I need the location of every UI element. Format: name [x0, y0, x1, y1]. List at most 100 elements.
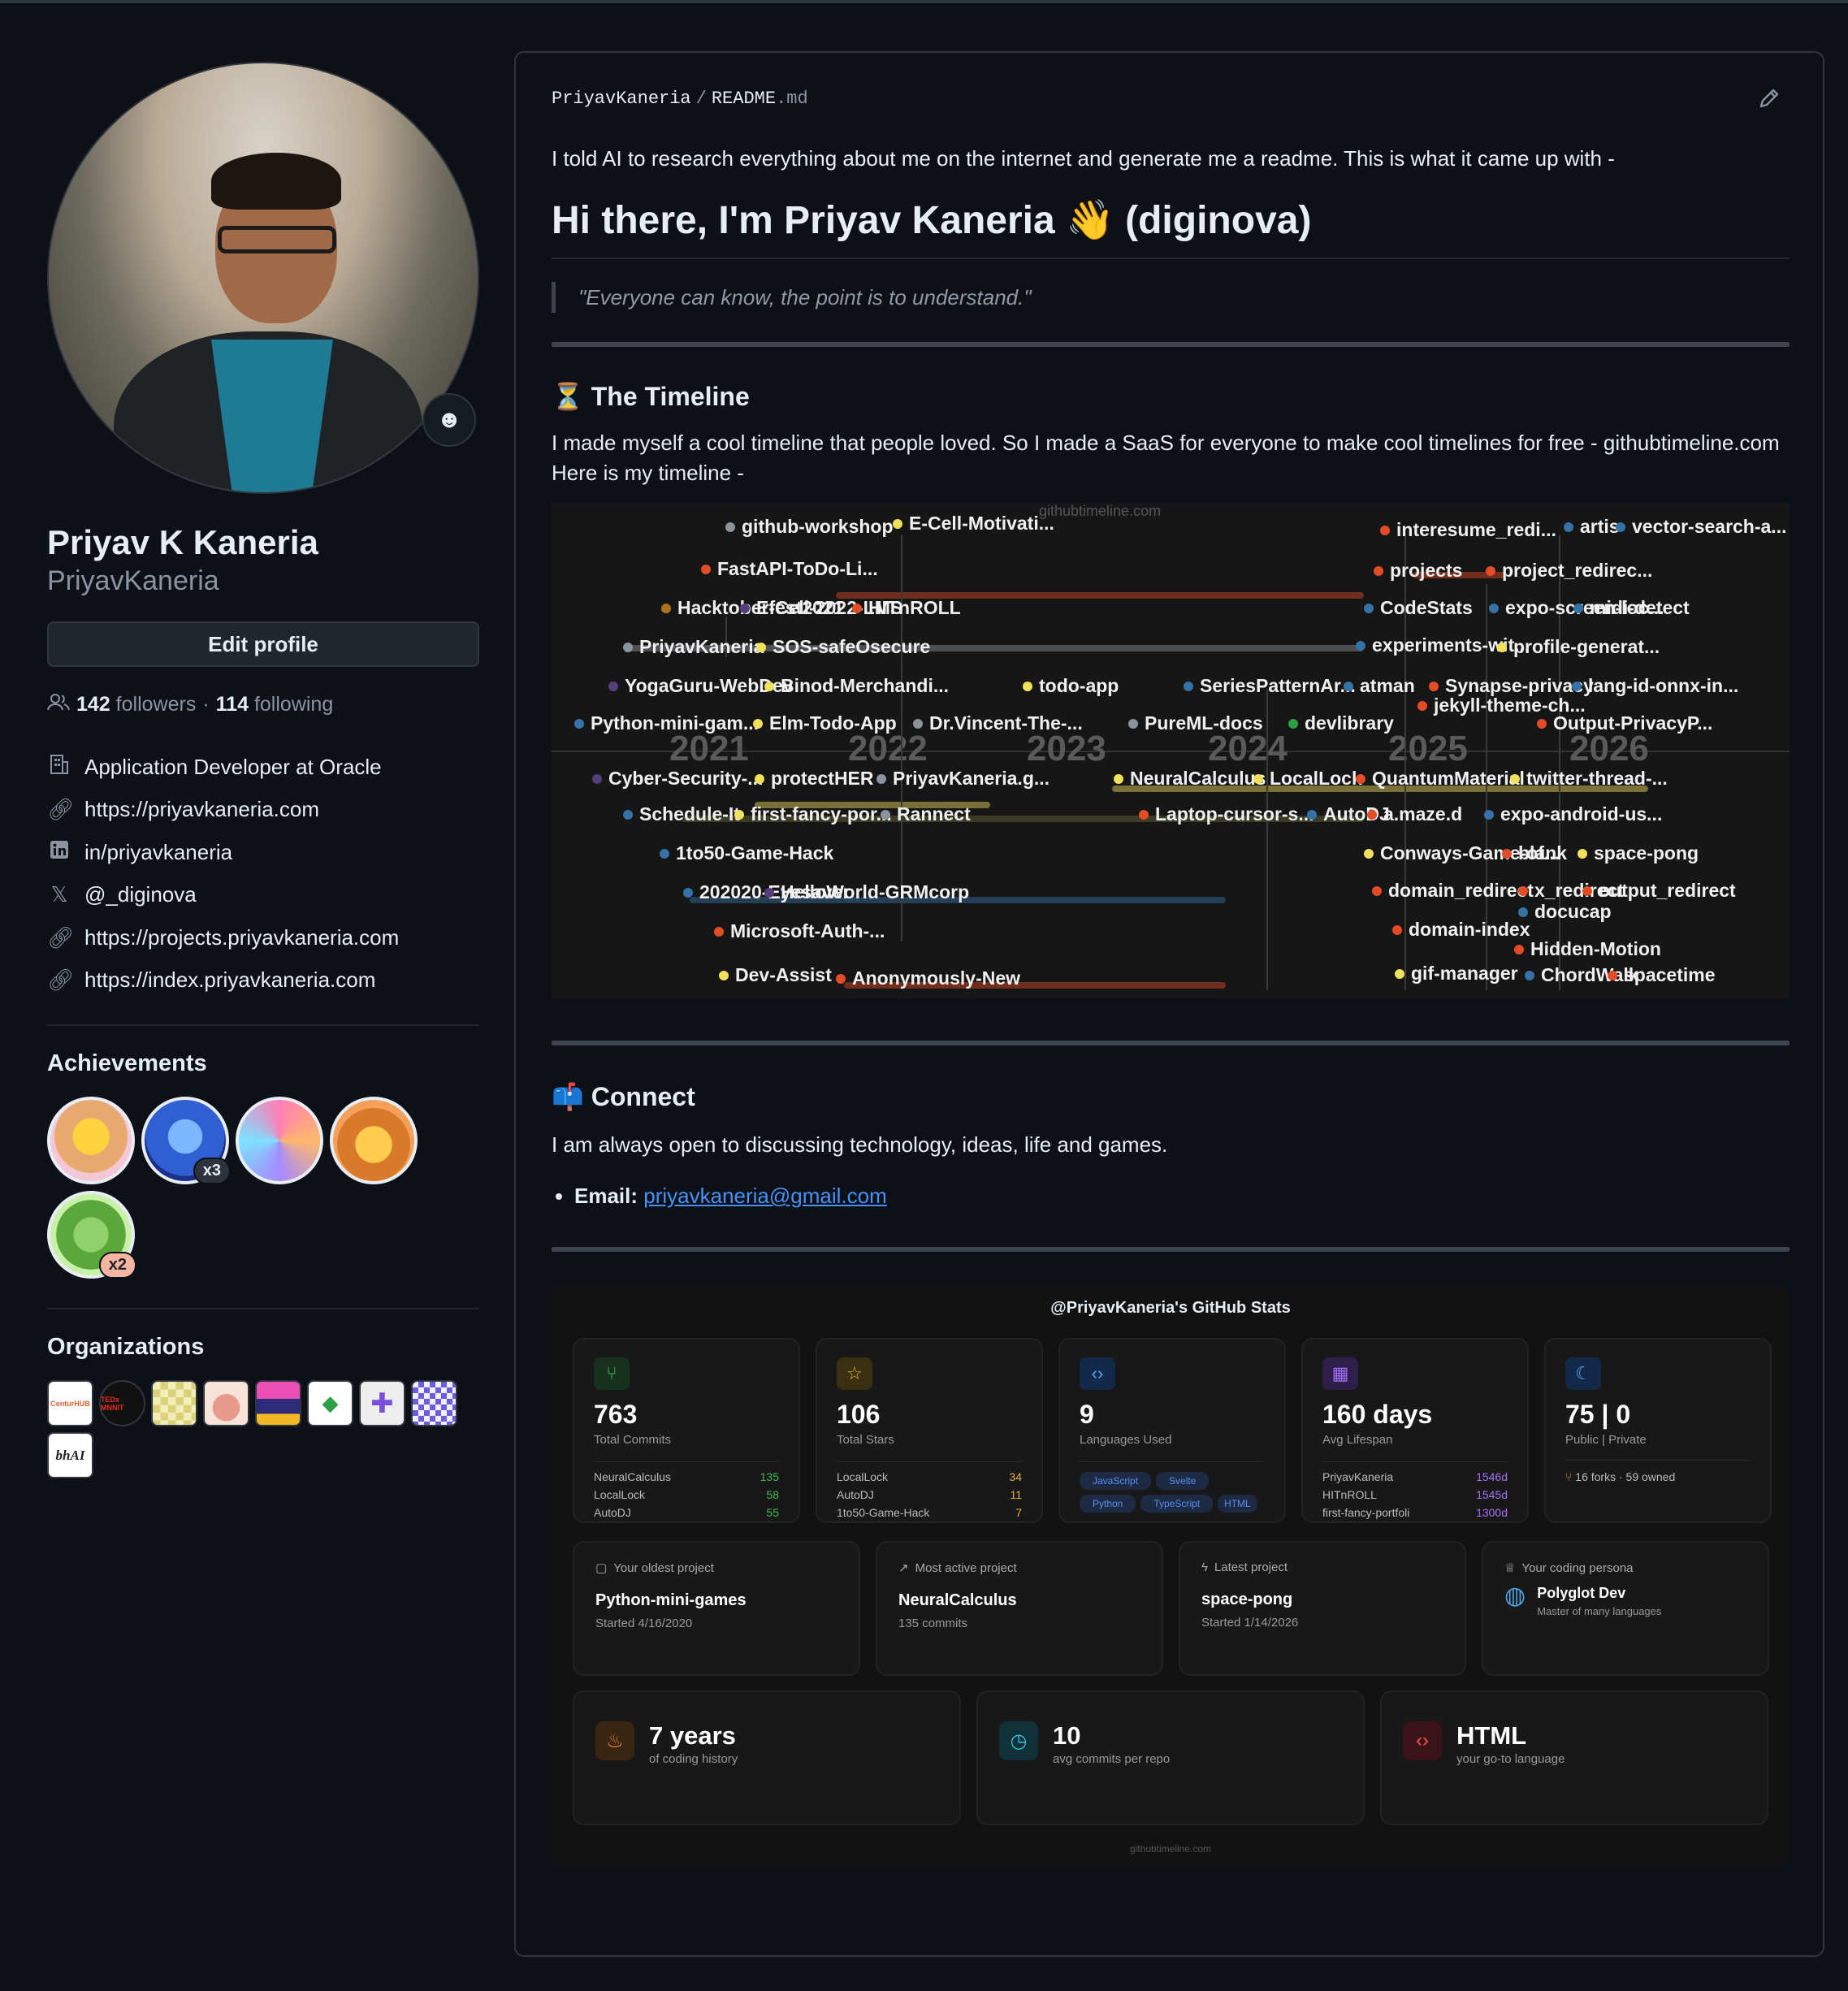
org-avatar[interactable]: [151, 1380, 197, 1426]
profile-sidebar: ☻ Priyav K Kaneria PriyavKaneria Edit pr…: [47, 62, 479, 1478]
stat-row-name: LocalLock: [594, 1488, 646, 1501]
avatar-container: ☻: [47, 62, 479, 494]
timeline-project-name: expo-android-us...: [1500, 803, 1663, 825]
following-label: following: [253, 693, 334, 716]
timeline-project: domain_redirect: [1372, 880, 1534, 902]
horizontal-rule: [552, 1041, 1790, 1045]
detail-link[interactable]: https://projects.priyavkaneria.com: [84, 925, 399, 950]
repo-owner-link[interactable]: PriyavKaneria: [552, 89, 691, 109]
stat-row-name: 1to50-Game-Hack: [837, 1506, 930, 1519]
avatar-shirt: [211, 340, 333, 492]
starstruck-badge[interactable]: [47, 1097, 135, 1184]
detail-projects-site[interactable]: 🔗︎ https://projects.priyavkaneria.com: [47, 916, 479, 959]
quickdraw-badge[interactable]: [330, 1097, 418, 1184]
detail-x[interactable]: 𝕏 @_diginova: [47, 874, 479, 917]
card-sub: Started 1/14/2026: [1201, 1616, 1299, 1630]
most-active-project-card: ↗ Most active project NeuralCalculus 135 …: [876, 1541, 1163, 1676]
edit-profile-button[interactable]: Edit profile: [47, 621, 479, 667]
connect-text: I am always open to discussing technolog…: [552, 1132, 1168, 1157]
org-avatar[interactable]: [411, 1380, 457, 1426]
github-timeline-image[interactable]: githubtimeline.com 2021 2022 2023 2024 2025 2…: [552, 503, 1790, 998]
timeline-project: todo-app: [1023, 675, 1119, 697]
yolo-badge[interactable]: [236, 1097, 323, 1184]
timeline-dot: [592, 773, 602, 784]
stat-card-stars: ☆ 106 Total Stars LocalLock 34 AutoDJ 11 1…: [816, 1338, 1043, 1523]
timeline-project-name: twitter-thread-...: [1526, 768, 1668, 789]
detail-linkedin[interactable]: in/priyavkaneria: [47, 831, 479, 874]
timeline-dot: [574, 718, 584, 729]
timeline-dot: [1486, 565, 1495, 576]
timeline-project: github-workshop: [725, 516, 894, 538]
org-avatar[interactable]: ✚: [359, 1380, 405, 1426]
achievements-list: x3 x2: [47, 1097, 453, 1279]
timeline-dot: [608, 681, 618, 691]
pair-extraordinaire-badge[interactable]: x2: [47, 1191, 136, 1279]
stat-row-value: 11: [1010, 1488, 1022, 1501]
github-stats-card[interactable]: @PriyavKaneria's GitHub Stats ⑂ 763 Tota…: [552, 1286, 1790, 1864]
stat-row: HITnROLL 1545d: [1322, 1488, 1508, 1501]
detail-link[interactable]: https://index.priyavkaneria.com: [84, 967, 375, 993]
zap-icon: ϟ: [1201, 1560, 1208, 1574]
timeline-project: space-pong: [1578, 842, 1699, 864]
timeline-project-name: interesume_redi...: [1396, 519, 1556, 540]
readme-quote: "Everyone can know, the point is to unde…: [552, 282, 1790, 313]
org-avatar[interactable]: [255, 1380, 301, 1426]
org-avatar[interactable]: bhAI: [47, 1432, 93, 1478]
detail-link[interactable]: in/priyavkaneria: [84, 840, 232, 865]
org-avatar[interactable]: ◆: [307, 1380, 353, 1426]
pull-shark-badge[interactable]: x3: [141, 1097, 231, 1184]
timeline-project-name: midi-detect: [1590, 597, 1690, 618]
linkedin-icon: [47, 840, 71, 865]
detail-website[interactable]: 🔗︎ https://priyavkaneria.com: [47, 789, 479, 832]
email-link[interactable]: priyavkaneria@gmail.com: [643, 1184, 887, 1208]
language-chip: TypeScript: [1140, 1495, 1214, 1513]
timeline-project: domain-index: [1392, 919, 1530, 941]
timeline-dot: [1380, 525, 1390, 535]
card-text: 10 avg commits per repo: [1053, 1721, 1170, 1766]
timeline-dot: [764, 681, 774, 691]
timeline-project: Dev-Assist: [719, 964, 832, 986]
timeline-dot: [1525, 970, 1534, 980]
status-emoji-button[interactable]: ☻: [422, 393, 476, 447]
stat-label: Public | Private: [1565, 1433, 1647, 1447]
timeline-dot: [1356, 640, 1365, 651]
card-sub: your go-to language: [1456, 1752, 1565, 1766]
org-avatar[interactable]: CenturHUB: [47, 1380, 93, 1426]
horizontal-rule: [552, 1247, 1790, 1252]
achievements-title[interactable]: Achievements: [47, 1050, 479, 1077]
timeline-project: atman: [1344, 675, 1415, 697]
profile-details: Application Developer at Oracle 🔗︎ https…: [47, 746, 479, 1002]
stat-label: Avg Lifespan: [1322, 1433, 1393, 1447]
detail-link[interactable]: @_diginova: [84, 882, 197, 907]
following-link[interactable]: 114 following: [216, 693, 334, 716]
edit-readme-pencil-icon[interactable]: [1758, 87, 1781, 116]
timeline-project: HITnROLL: [852, 597, 961, 619]
timeline-project: Output-PrivacyP...: [1537, 712, 1712, 734]
timeline-project-name: Hidden-Motion: [1530, 938, 1661, 959]
timeline-project: projects: [1374, 560, 1462, 582]
timeline-project-name: CodeStats: [1380, 597, 1473, 618]
link-icon: 🔗︎: [47, 967, 75, 993]
avatar-glasses: [218, 226, 336, 253]
stat-card-lifespan: ▦ 160 days Avg Lifespan PriyavKaneria 154…: [1301, 1338, 1529, 1523]
timeline-stem: [1266, 690, 1268, 990]
timeline-project-name: devlibrary: [1305, 712, 1394, 734]
detail-text: Application Developer at Oracle: [84, 754, 382, 779]
timeline-dot: [1572, 681, 1582, 691]
timeline-dot: [1128, 718, 1138, 729]
year-label: 2026: [1569, 729, 1649, 768]
timeline-project-name: LocalLock: [1270, 768, 1362, 789]
card-title: space-pong: [1201, 1591, 1293, 1608]
timeline-project-name: FastAPI-ToDo-Li...: [717, 558, 878, 579]
readme-heading: Hi there, I'm Priyav Kaneria 👋 (diginova…: [552, 197, 1790, 259]
detail-index-site[interactable]: 🔗︎ https://index.priyavkaneria.com: [47, 959, 479, 1002]
timeline-project-name: Microsoft-Auth-...: [730, 920, 885, 941]
readme-file-link[interactable]: README.md: [712, 89, 808, 109]
detail-link[interactable]: https://priyavkaneria.com: [84, 797, 319, 822]
org-avatar[interactable]: TEDx MNNIT: [99, 1380, 145, 1426]
timeline-dot: [1372, 885, 1382, 896]
followers-link[interactable]: 142 followers: [76, 693, 196, 716]
avatar[interactable]: [47, 62, 479, 494]
timeline-project-name: Dev-Assist: [735, 964, 832, 985]
org-avatar[interactable]: [203, 1380, 249, 1426]
